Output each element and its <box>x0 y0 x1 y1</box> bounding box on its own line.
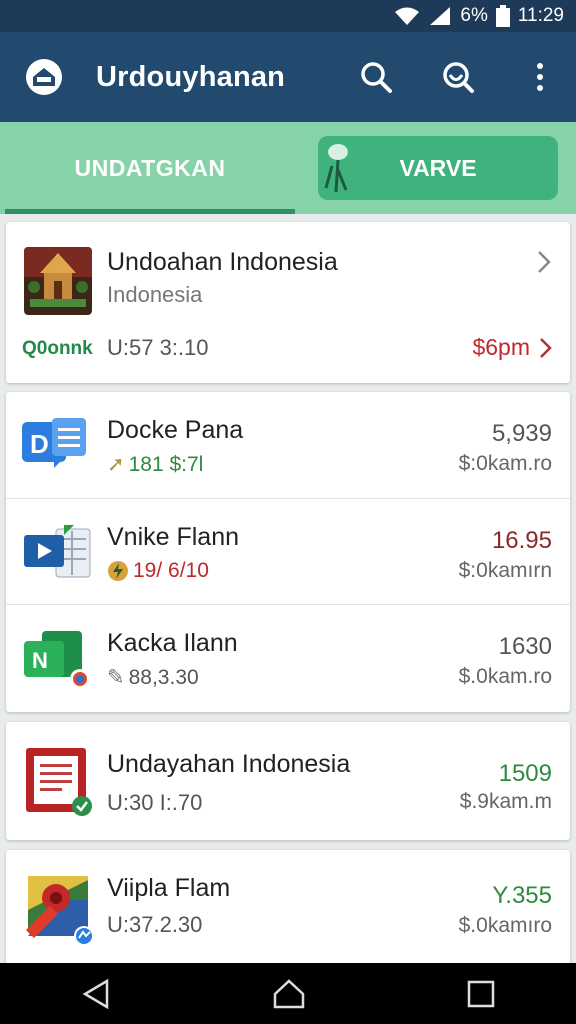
document-icon <box>26 748 92 816</box>
slides-sheet-icon <box>24 525 91 578</box>
notes-icon: N <box>24 631 90 689</box>
tab-bar: UNDATGKAN VARVE <box>0 122 576 214</box>
featured-tag: Q0onnk <box>22 338 93 359</box>
app-unit: $.0kamıro <box>458 914 552 937</box>
app-meta: 19/ 6/10 <box>107 559 209 583</box>
back-icon[interactable] <box>81 978 111 1010</box>
app-unit: $.0kam.ro <box>458 665 552 688</box>
app-card[interactable]: Viipla Flam U:37.2.30 Y.355 $.0kamıro <box>6 850 570 963</box>
app-meta-text: 19/ 6/10 <box>133 559 209 582</box>
app-meta: U:37.2.30 <box>107 912 203 937</box>
app-price: Y.355 <box>492 882 552 909</box>
signal-icon <box>430 7 451 25</box>
wifi-icon <box>395 7 420 25</box>
app-name: Vnike Flann <box>107 523 240 551</box>
app-unit: $:0kamırn <box>458 559 552 582</box>
maps-icon <box>26 876 94 946</box>
app-bar: Urdouyhanan <box>0 32 576 122</box>
docs-icon: D <box>22 418 86 468</box>
list-item[interactable]: Vnike Flann 19/ 6/10 16.95 $:0kamırn <box>6 498 570 604</box>
featured-price: $6pm <box>472 334 552 361</box>
featured-card[interactable]: Undoahan Indonesia Indonesia Q0onnk U:57… <box>6 222 570 383</box>
pin-icon <box>324 144 348 193</box>
app-meta-text: 88,3.30 <box>128 665 199 689</box>
navigation-bar <box>0 963 576 1024</box>
tab-undatgkan[interactable]: UNDATGKAN <box>5 122 295 214</box>
home-nav-icon[interactable] <box>272 978 306 1010</box>
recents-icon[interactable] <box>467 980 495 1008</box>
tag-icon: ✎ <box>107 666 125 689</box>
app-price: 1509 <box>498 760 552 787</box>
app-title: Urdouyhanan <box>96 60 286 93</box>
featured-meta: U:57 3:.10 <box>107 335 209 360</box>
app-name: Viipla Flam <box>107 874 231 902</box>
featured-subtitle: Indonesia <box>107 282 203 307</box>
app-unit: $:0kam.ro <box>458 452 552 475</box>
featured-price-value: $6pm <box>472 334 530 360</box>
app-meta: U:30 I:.70 <box>107 790 203 815</box>
lightning-badge-icon <box>108 561 128 581</box>
app-name: Undayahan Indonesia <box>107 750 351 778</box>
chevron-right-icon[interactable] <box>536 250 552 274</box>
scan-search-icon[interactable] <box>438 57 478 97</box>
clock: 11:29 <box>517 5 564 26</box>
more-vert-icon[interactable] <box>520 57 560 97</box>
app-card[interactable]: Undayahan Indonesia U:30 I:.70 1509 $.9k… <box>6 722 570 840</box>
battery-level: 6% <box>460 5 488 26</box>
search-icon[interactable] <box>356 57 396 97</box>
app-price: 5,939 <box>491 420 552 447</box>
list-item[interactable]: D Docke Pana ➚ 181 $:7l 5,939 $:0kam.ro <box>6 392 570 498</box>
svg-text:D: D <box>30 429 49 459</box>
tag-icon: ➚ <box>107 453 125 476</box>
app-price: 16.95 <box>491 527 552 554</box>
battery-icon <box>495 5 510 27</box>
home-icon[interactable] <box>24 57 64 97</box>
app-meta: ✎ 88,3.30 <box>107 665 199 690</box>
app-list-card: D Docke Pana ➚ 181 $:7l 5,939 $:0kam.ro … <box>6 392 570 712</box>
chevron-right-icon[interactable] <box>538 337 552 359</box>
featured-name: Undoahan Indonesia <box>107 248 338 276</box>
tab-indicator <box>5 209 295 214</box>
app-unit: $.9kam.m <box>459 790 552 813</box>
app-meta-text: 181 $:7l <box>128 452 204 476</box>
app-name: Docke Pana <box>107 416 244 444</box>
list-item[interactable]: N Kacka Ilann ✎ 88,3.30 1630 $.0kam.ro <box>6 604 570 710</box>
app-name: Kacka Ilann <box>107 629 238 657</box>
tab-varve[interactable]: VARVE <box>318 136 558 200</box>
status-bar: 6% 11:29 <box>0 0 576 32</box>
svg-text:N: N <box>32 648 48 673</box>
app-meta: ➚ 181 $:7l <box>107 452 203 477</box>
temple-icon <box>24 247 92 315</box>
tab-varve-label: VARVE <box>399 154 477 181</box>
app-price: 1630 <box>498 633 552 660</box>
